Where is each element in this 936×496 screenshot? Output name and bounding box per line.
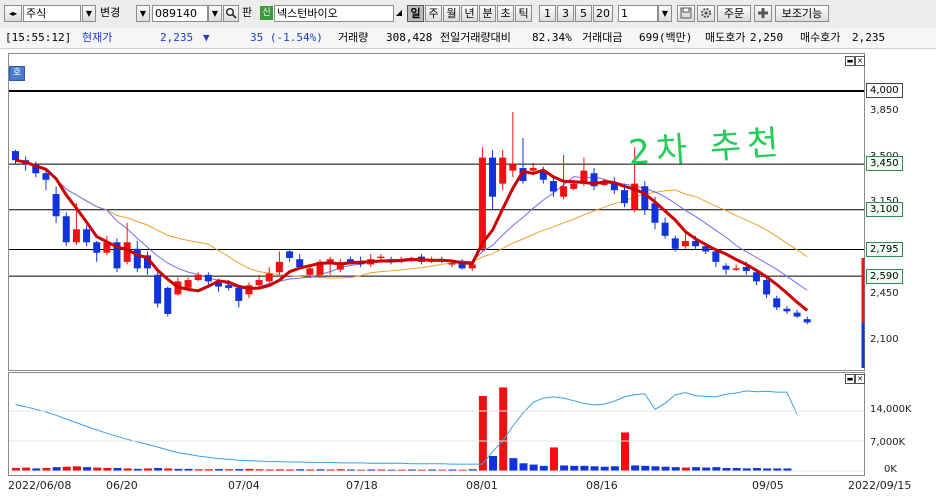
ask-price: 2,250 (750, 31, 784, 44)
price-status-bar: [15:55:12] 현재가 2,235 ▼ 35 (-1.54%) 거래량 3… (0, 28, 936, 49)
bid-label: 매수호가 (800, 31, 841, 44)
date-label: 06/20 (106, 479, 138, 492)
price-tick-label: 2,100 (870, 334, 899, 345)
interval-5-button[interactable]: 5 (575, 5, 592, 22)
period-tick-button[interactable]: 틱 (515, 5, 532, 22)
price-change: 35 (-1.54%) (250, 31, 323, 44)
trade-amount: 699(백만) (639, 31, 693, 44)
prev-volume-ratio-label: 전일거래량대비 (440, 31, 511, 44)
volume-chart-pane[interactable] (8, 372, 865, 476)
volume-value: 308,428 (386, 31, 433, 44)
down-arrow-icon: ▼ (203, 31, 210, 44)
aux-function-button[interactable]: 보조기능 (775, 5, 829, 22)
pan-label: 판 (242, 6, 253, 19)
market-type-value: 주식 (26, 7, 47, 20)
period-minute-button[interactable]: 분 (479, 5, 496, 22)
interval-3-button[interactable]: 3 (557, 5, 574, 22)
current-price: 2,235 (160, 31, 194, 44)
volume-tick-label: 7,000K (870, 437, 906, 448)
gear-icon[interactable] (697, 5, 715, 22)
date-label: 07/18 (346, 479, 378, 492)
search-icon[interactable] (223, 5, 239, 22)
ho-button[interactable]: 호 (9, 66, 25, 81)
period-week-button[interactable]: 주 (425, 5, 442, 22)
price-tick-label: 3,850 (870, 105, 899, 116)
prev-volume-ratio: 82.34% (532, 31, 572, 44)
chevron-down-icon[interactable]: ◢ (394, 5, 404, 22)
period-year-button[interactable]: 년 (461, 5, 478, 22)
level-label-2590: 2,590 (866, 269, 903, 284)
volume-tick-label: 14,000K (870, 404, 912, 415)
price-tick-label: 2,450 (870, 288, 899, 299)
stock-name-field[interactable]: 넥스턴바이오 (274, 5, 394, 22)
minimize-icon[interactable]: ▬ (845, 56, 855, 66)
chevron-down-icon[interactable]: ▼ (136, 5, 150, 22)
date-label: 07/04 (228, 479, 260, 492)
close-icon[interactable]: ✕ (855, 374, 865, 384)
bid-price: 2,235 (852, 31, 886, 44)
period-day-button[interactable]: 일 (407, 5, 424, 22)
stock-name-value: 넥스턴바이오 (277, 7, 338, 20)
plus-icon[interactable] (754, 5, 772, 22)
change-label: 변경 (100, 6, 121, 19)
stock-new-badge: 신 (260, 6, 273, 20)
date-label: 2022/09/15 (848, 479, 912, 492)
date-label: 08/01 (466, 479, 498, 492)
stock-code-input[interactable]: 089140 (152, 5, 208, 22)
price-chart-pane[interactable] (8, 53, 865, 371)
price-label: 현재가 (82, 31, 113, 44)
date-label: 08/16 (586, 479, 618, 492)
ask-label: 매도호가 (705, 31, 746, 44)
save-icon[interactable] (677, 5, 695, 22)
close-icon[interactable]: ✕ (855, 56, 865, 66)
level-label-4000: 4,000 (866, 83, 903, 98)
time-stamp: [15:55:12] (5, 31, 72, 44)
period-second-button[interactable]: 초 (497, 5, 514, 22)
level-label-3100: 3,100 (866, 202, 903, 217)
count-value: 1 (621, 7, 628, 20)
market-type-select[interactable]: 주식 (23, 5, 81, 22)
trade-amount-label: 거래대금 (582, 31, 623, 44)
volume-tick-label: 0K (884, 464, 897, 475)
minimize-icon[interactable]: ▬ (845, 374, 855, 384)
chevron-down-icon[interactable]: ▼ (658, 5, 672, 22)
interval-20-button[interactable]: 20 (593, 5, 613, 22)
count-input[interactable]: 1 (618, 5, 658, 22)
level-label-3450: 3,450 (866, 156, 903, 171)
left-right-arrow-icon[interactable]: ◂▸ (4, 5, 22, 22)
chevron-down-icon[interactable]: ▼ (82, 5, 96, 22)
date-label: 09/05 (752, 479, 784, 492)
stock-code-value: 089140 (155, 7, 197, 20)
period-month-button[interactable]: 월 (443, 5, 460, 22)
level-label-2795: 2,795 (866, 242, 903, 257)
order-button[interactable]: 주문 (717, 5, 751, 22)
volume-label: 거래량 (338, 31, 369, 44)
date-label: 2022/06/08 (8, 479, 72, 492)
toolbar: ◂▸ 주식 ▼ 변경 ▼ 089140 ▼ 판 신 넥스턴바이오 ◢ 일 주 월… (0, 0, 936, 29)
interval-1-button[interactable]: 1 (539, 5, 556, 22)
chevron-down-icon[interactable]: ▼ (208, 5, 222, 22)
